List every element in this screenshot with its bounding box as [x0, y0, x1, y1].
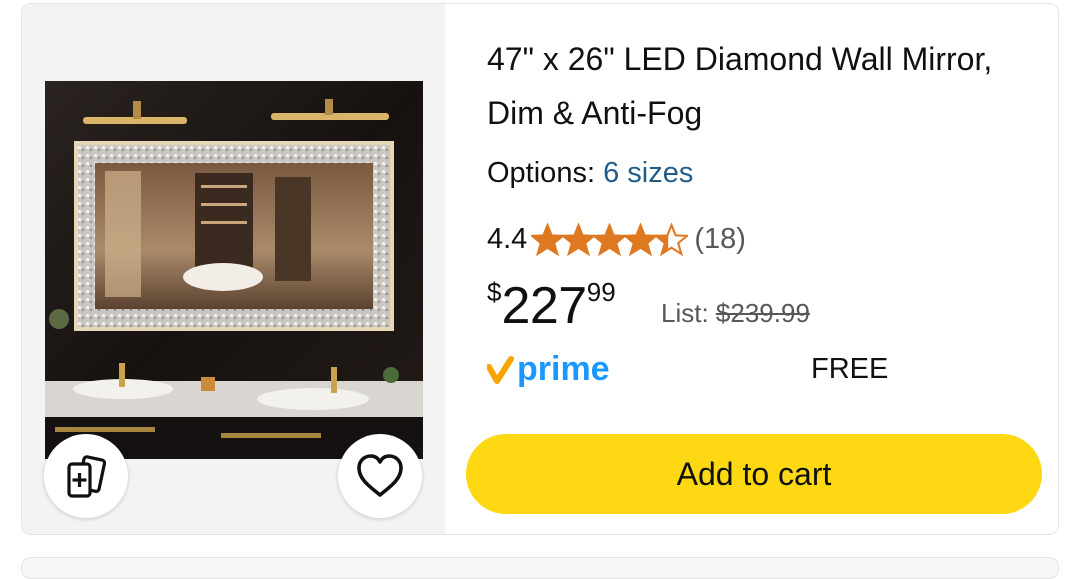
- price-currency: $: [487, 277, 502, 307]
- options-row: Options: 6 sizes: [487, 157, 693, 190]
- product-image[interactable]: [45, 81, 423, 459]
- next-product-card: [21, 557, 1059, 579]
- product-image-panel: [22, 4, 445, 534]
- star-icon: [655, 222, 689, 256]
- add-to-compare-icon: [67, 455, 107, 498]
- mirror-photo: [45, 81, 423, 459]
- rating-value: 4.4: [487, 222, 528, 255]
- rating-row[interactable]: 4.4 (18): [487, 220, 746, 258]
- wishlist-button[interactable]: [338, 434, 422, 518]
- prime-label: prime: [517, 350, 610, 388]
- list-price-value: $239.99: [715, 298, 810, 328]
- product-title[interactable]: 47" x 26" LED Diamond Wall Mirror, Dim &…: [487, 32, 1007, 140]
- star-icon: [562, 222, 596, 256]
- prime-logo: prime: [487, 350, 610, 388]
- add-to-compare-button[interactable]: [44, 434, 128, 518]
- price-whole: 227: [501, 277, 587, 335]
- review-count[interactable]: (18): [694, 223, 746, 256]
- rating-stars: [531, 222, 689, 256]
- prime-row: prime FREE: [487, 347, 1027, 393]
- price-row: $22799 List: $239.99: [487, 276, 810, 336]
- product-card[interactable]: 47" x 26" LED Diamond Wall Mirror, Dim &…: [21, 3, 1059, 535]
- star-icon: [624, 222, 658, 256]
- options-link[interactable]: 6 sizes: [603, 157, 693, 189]
- star-icon: [593, 222, 627, 256]
- heart-icon: [357, 454, 403, 497]
- options-label: Options:: [487, 157, 595, 189]
- price-fraction: 99: [586, 277, 616, 307]
- shipping-free: FREE: [811, 353, 889, 385]
- list-price: List: $239.99: [661, 298, 810, 329]
- star-icon: [531, 222, 565, 256]
- list-price-label: List:: [661, 298, 709, 328]
- add-to-cart-button[interactable]: Add to cart: [466, 434, 1042, 514]
